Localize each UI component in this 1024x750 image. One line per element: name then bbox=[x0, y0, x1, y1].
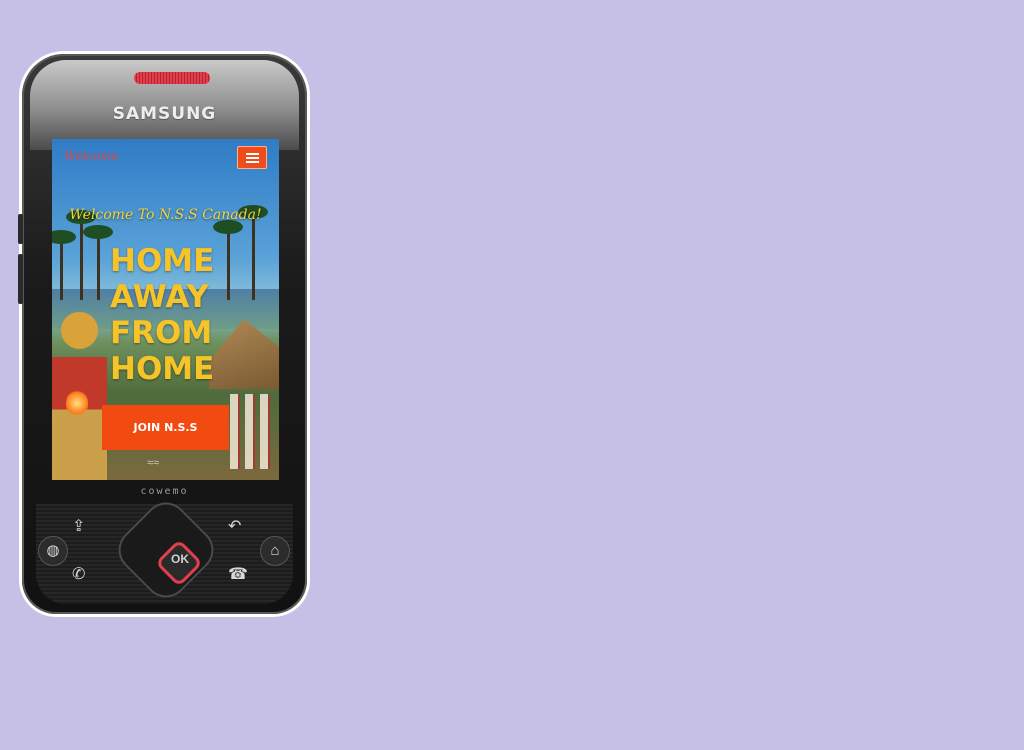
back-icon[interactable]: ↶ bbox=[228, 516, 241, 536]
end-call-icon[interactable]: ☎ bbox=[228, 564, 248, 584]
volume-down-button[interactable] bbox=[18, 254, 23, 304]
palm-tree bbox=[52, 230, 76, 300]
maker-label: cowemo bbox=[140, 486, 189, 497]
globe-icon[interactable]: ◍ bbox=[38, 536, 68, 566]
hamburger-menu-icon[interactable] bbox=[237, 146, 267, 169]
headline-line: HOME bbox=[110, 351, 215, 387]
welcome-heading: Welcome To N.S.S Canada! bbox=[69, 207, 262, 223]
call-icon[interactable]: ✆ bbox=[72, 564, 85, 584]
join-nss-button[interactable]: JOIN N.S.S bbox=[102, 405, 229, 450]
phone-screen: Welcome Welcome To N.S.S Canada! HOME AW… bbox=[52, 139, 279, 480]
keypad: ⇪ ↶ ◍ ⌂ ✆ ☎ OK bbox=[36, 493, 293, 607]
speaker-grille bbox=[134, 72, 210, 84]
headline-line: AWAY bbox=[110, 279, 209, 315]
brand-logo: SAMSUNG bbox=[112, 104, 217, 124]
home-icon[interactable]: ⌂ bbox=[260, 536, 290, 566]
phone-top-bezel: SAMSUNG bbox=[30, 60, 299, 150]
headline-line: HOME bbox=[110, 243, 215, 279]
volume-up-button[interactable] bbox=[18, 214, 23, 244]
nav-logo[interactable]: Welcome bbox=[64, 149, 119, 163]
upload-icon[interactable]: ⇪ bbox=[72, 516, 85, 536]
phone-device: SAMSUNG Welcome Welcome To N.S.S Canada!… bbox=[18, 54, 307, 614]
hero-headline: HOME AWAY FROM HOME bbox=[110, 243, 270, 387]
folk-dancers bbox=[230, 394, 275, 469]
headline-line: FROM bbox=[110, 315, 213, 351]
decorative-logo-icon: ≈≈ bbox=[147, 457, 160, 469]
palm-tree bbox=[83, 225, 113, 300]
fire-torch bbox=[66, 389, 88, 417]
ok-label: OK bbox=[171, 552, 189, 566]
